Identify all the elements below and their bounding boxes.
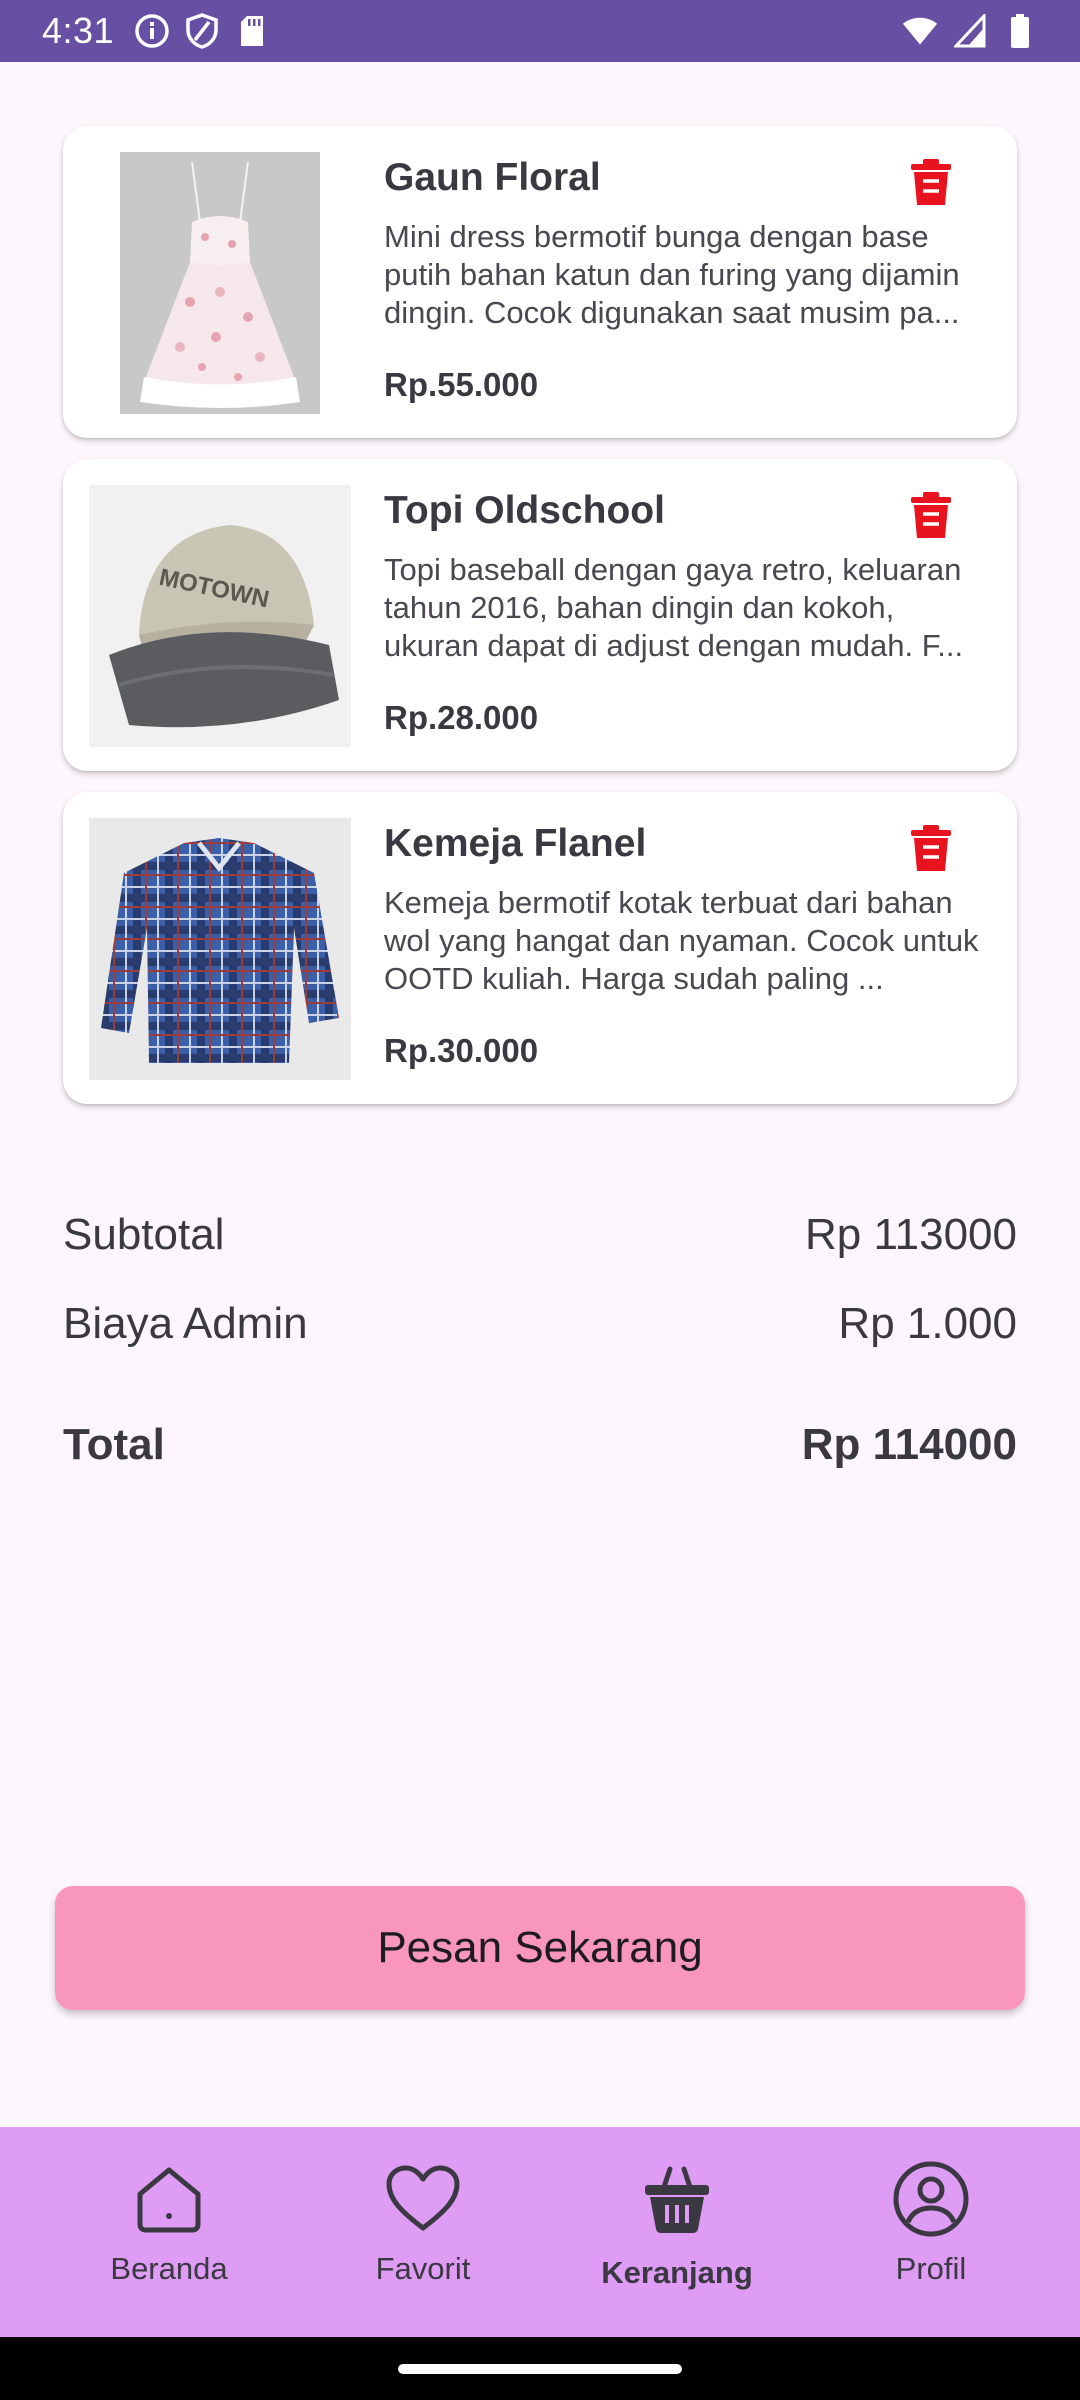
sd-card-icon: [234, 13, 270, 49]
signal-icon: [952, 13, 988, 49]
cart-item-card[interactable]: Gaun Floral Mini dress bermotif bunga de…: [63, 126, 1017, 438]
product-price: Rp.55.000: [384, 366, 539, 403]
cart-item-card[interactable]: Kemeja Flanel Kemeja bermotif kotak terb…: [63, 792, 1017, 1104]
product-name: Topi Oldschool: [384, 489, 665, 532]
product-image-flannel-shirt: [89, 818, 351, 1080]
cart-item-card[interactable]: MOTOWN Topi Oldschool Topi baseball deng…: [63, 459, 1017, 771]
battery-icon: [1002, 13, 1038, 49]
home-indicator[interactable]: [398, 2364, 682, 2374]
subtotal-label: Subtotal: [63, 1210, 225, 1259]
product-name: Kemeja Flanel: [384, 822, 647, 865]
total-value: Rp 114000: [801, 1420, 1017, 1469]
nav-label: Profil: [895, 2251, 967, 2286]
trash-icon: [911, 825, 951, 871]
heart-icon: [383, 2159, 463, 2239]
product-description: Mini dress bermotif bunga dengan base pu…: [384, 219, 960, 330]
product-price: Rp.28.000: [384, 699, 539, 736]
total-label: Total: [63, 1420, 165, 1469]
status-right-icons: [902, 13, 1038, 49]
info-icon: [134, 13, 170, 49]
nav-label: Beranda: [110, 2251, 228, 2286]
product-image-cap: MOTOWN: [89, 485, 351, 747]
product-description: Kemeja bermotif kotak terbuat dari bahan…: [384, 885, 979, 996]
order-now-button[interactable]: Pesan Sekarang: [55, 1886, 1025, 2010]
product-name: Gaun Floral: [384, 156, 601, 199]
status-left-icons: [134, 13, 270, 49]
wifi-icon: [902, 13, 938, 49]
product-price: Rp.30.000: [384, 1032, 539, 1069]
status-bar: 4:31: [0, 0, 1080, 62]
nav-item-beranda[interactable]: Beranda: [69, 2127, 269, 2337]
nav-item-profil[interactable]: Profil: [831, 2127, 1031, 2337]
delete-button[interactable]: [901, 818, 961, 878]
bottom-nav: Beranda Favorit Keranjang Profil: [0, 2127, 1080, 2337]
total-row: Total Rp 114000: [63, 1420, 1017, 1470]
admin-fee-label: Biaya Admin: [63, 1299, 308, 1348]
product-image-floral-dress: [89, 152, 351, 414]
system-nav-bar: [0, 2337, 1080, 2400]
nav-item-keranjang[interactable]: Keranjang: [577, 2127, 777, 2337]
cart-list: Gaun Floral Mini dress bermotif bunga de…: [63, 126, 1017, 1125]
trash-icon: [911, 159, 951, 205]
trash-icon: [911, 492, 951, 538]
product-description: Topi baseball dengan gaya retro, keluara…: [384, 552, 964, 663]
admin-fee-value: Rp 1.000: [838, 1299, 1017, 1348]
home-icon: [129, 2159, 209, 2239]
subtotal-value: Rp 113000: [804, 1210, 1017, 1259]
nav-label: Keranjang: [601, 2255, 753, 2290]
admin-fee-row: Biaya Admin Rp 1.000: [63, 1299, 1017, 1349]
delete-button[interactable]: [901, 152, 961, 212]
nav-label: Favorit: [375, 2251, 471, 2286]
basket-icon: [637, 2159, 717, 2239]
status-time: 4:31: [42, 10, 115, 51]
profile-icon: [891, 2159, 971, 2239]
subtotal-row: Subtotal Rp 113000: [63, 1210, 1017, 1260]
shield-icon: [184, 13, 220, 49]
nav-item-favorit[interactable]: Favorit: [323, 2127, 523, 2337]
delete-button[interactable]: [901, 485, 961, 545]
